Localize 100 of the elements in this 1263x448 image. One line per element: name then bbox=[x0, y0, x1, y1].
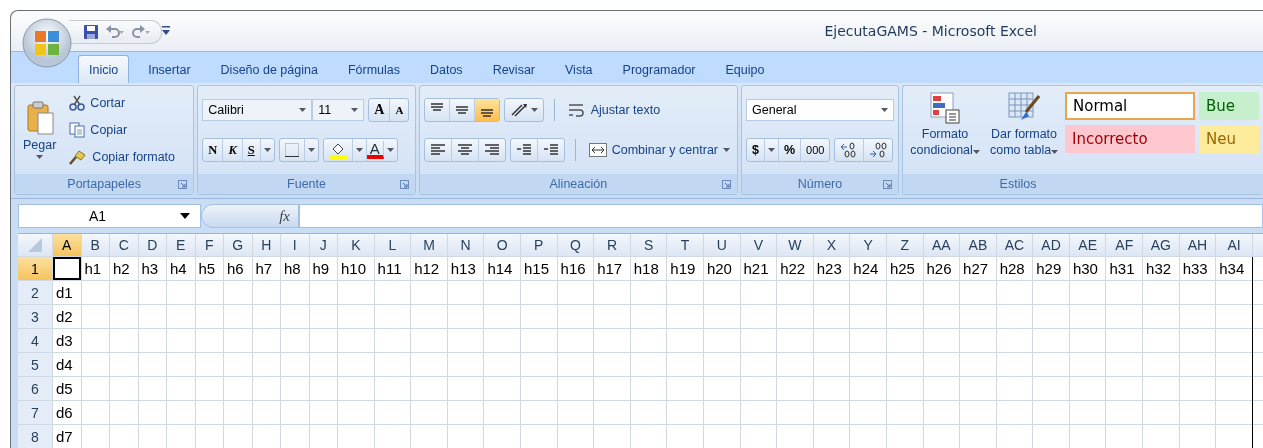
row-header[interactable]: 1 bbox=[18, 257, 52, 280]
underline-button[interactable]: S bbox=[242, 139, 261, 161]
ribbon-command[interactable]: Copiar bbox=[66, 121, 179, 139]
insert-function-button[interactable]: fx bbox=[201, 204, 299, 228]
merge-center-button[interactable]: Combinar y centrar bbox=[585, 142, 733, 158]
ribbon-command[interactable]: Cortar bbox=[66, 94, 179, 113]
column-header[interactable]: C bbox=[110, 234, 138, 256]
formula-input[interactable] bbox=[299, 204, 1263, 228]
row-header[interactable]: 8 bbox=[18, 425, 52, 448]
active-cell[interactable] bbox=[53, 257, 81, 280]
font-color-button[interactable]: A bbox=[366, 141, 384, 159]
column-header[interactable]: I bbox=[281, 234, 309, 256]
column-header[interactable]: E bbox=[167, 234, 195, 256]
column-header[interactable]: AH bbox=[1179, 234, 1216, 256]
table-cell: h30 bbox=[1069, 257, 1106, 280]
grow-font-button[interactable]: A bbox=[369, 99, 391, 121]
thousands-button[interactable]: 000 bbox=[801, 138, 830, 161]
ribbon-command[interactable]: Copiar formato bbox=[66, 147, 179, 166]
percent-button[interactable]: % bbox=[778, 138, 802, 161]
row-header[interactable]: 7 bbox=[18, 401, 52, 424]
font-size-field[interactable]: 11 bbox=[312, 99, 365, 121]
column-header[interactable]: S bbox=[630, 234, 667, 256]
ribbon-tab[interactable]: Revisar bbox=[481, 55, 546, 83]
format-table-button[interactable]: Dar formato como tabla bbox=[985, 90, 1063, 170]
italic-button[interactable]: K bbox=[223, 139, 243, 161]
column-header[interactable]: F bbox=[195, 234, 223, 256]
column-header[interactable]: AF bbox=[1106, 234, 1143, 256]
decrease-decimal-icon[interactable] bbox=[869, 141, 888, 158]
ribbon-tab[interactable]: Fórmulas bbox=[336, 55, 411, 83]
column-header[interactable]: AD bbox=[1033, 234, 1069, 256]
column-header[interactable]: Y bbox=[850, 234, 886, 256]
ribbon-tab[interactable]: Inicio bbox=[78, 55, 130, 83]
column-header[interactable]: T bbox=[667, 234, 703, 256]
row-header[interactable]: 5 bbox=[18, 353, 52, 376]
column-header[interactable]: U bbox=[703, 234, 740, 256]
column-header[interactable]: N bbox=[447, 234, 484, 256]
office-button[interactable] bbox=[22, 18, 72, 68]
column-header[interactable]: Z bbox=[886, 234, 923, 256]
column-header[interactable]: A bbox=[53, 234, 81, 256]
align-bottom-button[interactable] bbox=[474, 99, 499, 121]
column-header[interactable]: R bbox=[594, 234, 630, 256]
currency-button[interactable]: $ bbox=[747, 138, 765, 161]
column-header[interactable]: G bbox=[224, 234, 252, 256]
shrink-font-button[interactable]: A bbox=[390, 99, 409, 121]
row-header[interactable]: 3 bbox=[18, 305, 52, 328]
ribbon-tab[interactable]: Vista bbox=[554, 55, 604, 83]
cell-style-swatch[interactable]: Neu bbox=[1199, 125, 1259, 153]
conditional-format-button[interactable]: Formato condicional bbox=[907, 90, 984, 170]
column-header[interactable]: J bbox=[309, 234, 337, 256]
column-header[interactable]: P bbox=[520, 234, 557, 256]
column-header[interactable]: L bbox=[374, 234, 411, 256]
cell-style-swatch[interactable]: Normal bbox=[1065, 92, 1195, 120]
column-header[interactable]: AG bbox=[1143, 234, 1179, 256]
wrap-text-button[interactable]: Ajustar texto bbox=[564, 101, 664, 119]
ribbon-tab[interactable]: Equipo bbox=[714, 55, 776, 83]
dialog-launcher-icon[interactable] bbox=[883, 180, 892, 189]
column-header[interactable]: X bbox=[813, 234, 850, 256]
paste-button[interactable]: Pegar bbox=[19, 90, 61, 170]
ribbon-tab[interactable]: Diseño de página bbox=[209, 55, 329, 83]
borders-icon[interactable] bbox=[284, 143, 299, 157]
column-header[interactable]: W bbox=[777, 234, 813, 256]
column-header[interactable]: O bbox=[484, 234, 520, 256]
column-header[interactable]: AA bbox=[923, 234, 960, 256]
align-lines-icon bbox=[430, 103, 443, 111]
ribbon-tab[interactable]: Programador bbox=[611, 55, 707, 83]
table-cell: d6 bbox=[53, 401, 81, 424]
dialog-launcher-icon[interactable] bbox=[722, 180, 731, 189]
fill-color-icon[interactable] bbox=[328, 141, 347, 159]
dialog-launcher-icon[interactable] bbox=[178, 180, 188, 189]
increase-decimal-icon[interactable] bbox=[840, 141, 859, 158]
table-cell: h29 bbox=[1033, 257, 1069, 280]
column-header[interactable]: K bbox=[338, 234, 374, 256]
column-header[interactable]: AB bbox=[960, 234, 996, 256]
redo-icon bbox=[131, 25, 151, 39]
column-header[interactable]: AE bbox=[1069, 234, 1106, 256]
column-header[interactable]: V bbox=[740, 234, 777, 256]
cell-style-swatch[interactable]: Bue bbox=[1199, 92, 1259, 120]
column-header[interactable]: Q bbox=[557, 234, 594, 256]
column-header[interactable]: M bbox=[411, 234, 447, 256]
row-header[interactable]: 6 bbox=[18, 377, 52, 400]
column-header[interactable]: AI bbox=[1216, 234, 1252, 256]
ribbon-tab[interactable]: Datos bbox=[418, 55, 474, 83]
dropdown-arrow-icon[interactable] bbox=[180, 213, 190, 219]
row-header[interactable]: 2 bbox=[18, 281, 52, 304]
bold-button[interactable]: N bbox=[203, 139, 224, 161]
number-format-field[interactable]: General bbox=[746, 98, 894, 121]
dialog-launcher-icon[interactable] bbox=[399, 180, 409, 189]
column-header[interactable]: AC bbox=[996, 234, 1033, 256]
caret-icon bbox=[351, 108, 359, 112]
table-cell: h11 bbox=[374, 257, 411, 280]
table-cell: h15 bbox=[520, 257, 557, 280]
font-name-field[interactable]: Calibri bbox=[202, 99, 313, 121]
column-header[interactable]: H bbox=[252, 234, 280, 256]
name-box[interactable]: A1 bbox=[18, 204, 201, 228]
orientation-button[interactable] bbox=[503, 98, 544, 122]
column-header[interactable]: D bbox=[138, 234, 166, 256]
cell-style-swatch[interactable]: Incorrecto bbox=[1065, 125, 1195, 153]
column-header[interactable]: B bbox=[81, 234, 109, 256]
ribbon-tab[interactable]: Insertar bbox=[137, 55, 202, 83]
row-header[interactable]: 4 bbox=[18, 329, 52, 352]
